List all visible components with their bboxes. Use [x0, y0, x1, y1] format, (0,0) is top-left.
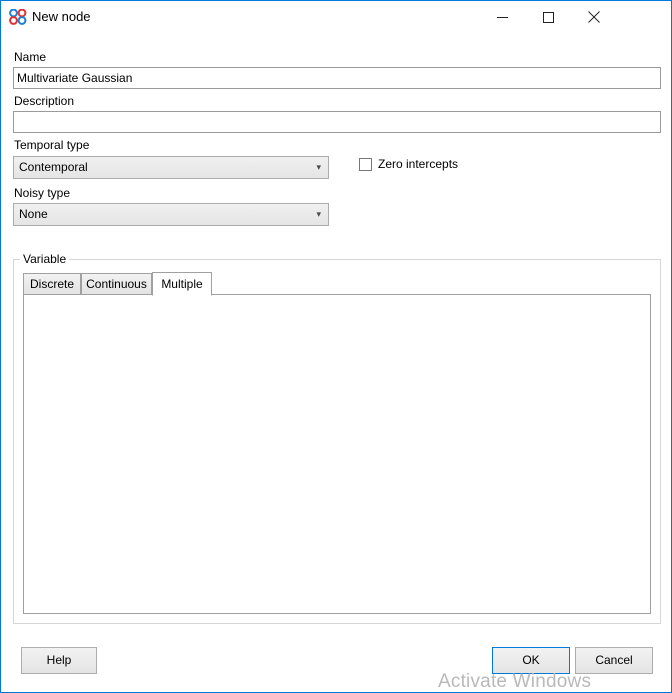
noisy-type-label: Noisy type [14, 186, 70, 200]
noisy-type-value: None [19, 204, 48, 225]
close-button[interactable] [571, 1, 617, 33]
tab-discrete[interactable]: Discrete [23, 273, 81, 295]
noisy-type-select[interactable]: None ▾ [13, 203, 329, 226]
cancel-button[interactable]: Cancel [575, 647, 653, 674]
tab-multiple[interactable]: Multiple [152, 272, 212, 296]
zero-intercepts-label[interactable]: Zero intercepts [378, 158, 458, 171]
minimize-button[interactable] [479, 1, 525, 33]
new-node-dialog: New node Name Multivariate Gaussian Desc… [0, 0, 672, 693]
temporal-type-value: Contemporal [19, 157, 88, 178]
chevron-down-icon: ▾ [316, 204, 321, 225]
temporal-type-select[interactable]: Contemporal ▾ [13, 156, 329, 179]
description-label: Description [14, 94, 74, 108]
chevron-down-icon: ▾ [316, 157, 321, 178]
variable-group-title: Variable [20, 253, 69, 265]
name-label: Name [14, 50, 46, 64]
node-icon [9, 9, 27, 25]
help-button[interactable]: Help [21, 647, 97, 674]
zero-intercepts-checkbox[interactable] [359, 158, 372, 171]
tab-continuous[interactable]: Continuous [81, 273, 152, 295]
description-input[interactable] [13, 111, 661, 133]
activate-windows-watermark: Activate Windows [438, 671, 591, 693]
name-input[interactable]: Multivariate Gaussian [13, 67, 661, 89]
maximize-button[interactable] [525, 1, 571, 33]
close-icon [588, 11, 600, 23]
title-bar: New node [1, 1, 671, 34]
minimize-icon [497, 12, 508, 23]
maximize-icon [543, 12, 554, 23]
temporal-type-label: Temporal type [14, 138, 89, 152]
window-title: New node [32, 9, 91, 25]
variable-tab-panel [23, 294, 651, 614]
ok-button[interactable]: OK [492, 647, 570, 674]
